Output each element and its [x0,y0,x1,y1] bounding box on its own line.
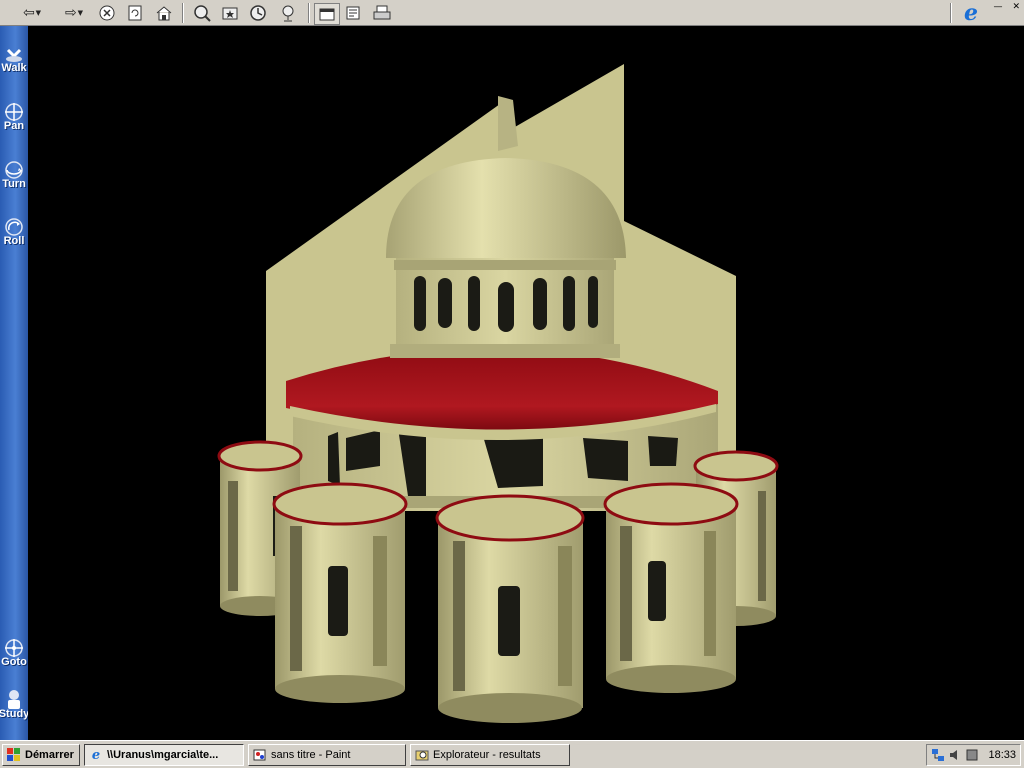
nav-walk-label: Walk [1,62,27,74]
dormer [640,331,664,351]
favorites-icon [222,7,238,20]
mail-button[interactable] [342,3,366,23]
navigation-sidebar: Walk Pan Turn Roll Goto Study [0,26,30,740]
mail-icon [346,6,360,20]
back-icon: ⇦ [22,5,35,21]
chimney [498,96,518,151]
paint-icon [253,748,267,762]
goto-icon [4,638,24,658]
ie-icon: e [91,747,101,763]
explorer-icon [415,748,429,762]
roll-icon [4,217,24,237]
nav-roll[interactable]: Roll [0,217,28,247]
stop-icon [99,5,115,21]
nav-pan[interactable]: Pan [0,102,28,132]
task-explorer-window[interactable]: Explorateur - resultats [410,744,570,766]
task-label: \\Uranus\mgarcia\te... [107,749,219,761]
windows-taskbar: Démarrer e \\Uranus\mgarcia\te... sans t… [0,740,1024,768]
forward-icon: ⇨ [64,5,77,21]
chapel-center [435,494,585,723]
chapel-left [272,482,408,703]
volume-icon[interactable] [948,748,962,762]
fullscreen-button[interactable] [314,3,340,25]
start-label: Démarrer [25,749,74,761]
task-label: sans titre - Paint [271,749,351,761]
start-button[interactable]: Démarrer [2,744,80,766]
stop-button[interactable] [96,3,118,23]
windows-logo-icon [7,748,21,762]
nav-turn[interactable]: Turn [0,160,28,190]
favorites-button[interactable] [218,3,242,23]
home-icon [156,6,172,21]
task-paint-window[interactable]: sans titre - Paint [248,744,406,766]
minimize-button[interactable]: — [993,2,1002,12]
history-button[interactable] [246,3,270,23]
nav-pan-label: Pan [3,120,25,132]
tray-app-icon[interactable] [965,748,979,762]
history-icon [250,5,266,21]
nav-study[interactable]: Study [0,690,30,720]
pan-icon [4,102,24,122]
close-button[interactable]: ✕ [1012,2,1020,12]
search-button[interactable] [190,3,214,23]
nav-walk[interactable]: Walk [0,44,28,74]
browser-logo: e [954,0,988,26]
upper-drum-base [390,344,620,358]
3d-viewport[interactable] [28,26,1024,740]
back-button[interactable]: ⇦ ▼ [16,3,48,23]
fullscreen-icon [319,8,335,21]
network-icon[interactable] [931,748,945,762]
window-controls: — ✕ [993,2,1020,12]
dome-ring [394,260,616,270]
forward-button[interactable]: ⇨ ▼ [58,3,90,23]
ie-icon: e [964,0,978,26]
rotunda-model [217,64,779,723]
nav-roll-label: Roll [3,235,25,247]
home-button[interactable] [152,3,176,23]
system-tray: 18:33 [926,744,1021,766]
nav-study-label: Study [0,708,30,720]
nav-goto[interactable]: Goto [0,638,28,668]
nav-turn-label: Turn [2,178,26,190]
turn-icon [4,160,24,180]
refresh-icon [128,5,142,21]
task-ie-window[interactable]: e \\Uranus\mgarcia\te... [84,744,244,766]
chapel-right [603,482,739,693]
clock: 18:33 [988,749,1016,761]
browser-toolbar: ⇦ ▼ ⇨ ▼ e — ✕ [0,0,1024,26]
upper-windows [414,276,598,332]
channels-icon [282,5,294,22]
refresh-button[interactable] [124,3,146,23]
walk-icon [4,44,24,64]
channels-button[interactable] [276,3,300,23]
search-icon [194,5,211,22]
task-label: Explorateur - resultats [433,749,541,761]
study-icon [4,690,24,710]
print-icon [373,5,391,20]
print-button[interactable] [370,3,394,23]
nav-goto-label: Goto [1,656,27,668]
